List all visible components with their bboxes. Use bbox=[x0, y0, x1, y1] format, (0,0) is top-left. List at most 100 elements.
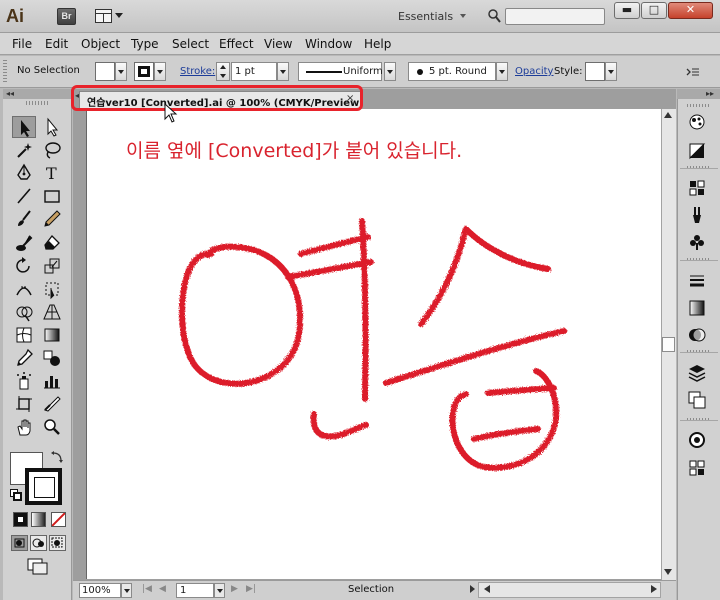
menu-edit[interactable]: Edit bbox=[45, 36, 68, 52]
hand-tool[interactable] bbox=[12, 416, 36, 438]
zoom-level-field[interactable]: 100% bbox=[79, 583, 121, 598]
swap-fill-stroke-icon[interactable] bbox=[50, 450, 64, 464]
zoom-dropdown[interactable] bbox=[121, 583, 132, 598]
blob-brush-tool[interactable] bbox=[12, 232, 36, 254]
status-tool-label[interactable]: Selection bbox=[348, 584, 394, 595]
menu-effect[interactable]: Effect bbox=[219, 36, 254, 52]
scroll-right-arrow-icon[interactable] bbox=[651, 585, 657, 593]
status-menu-arrow-icon[interactable] bbox=[470, 585, 475, 593]
artboard-tool[interactable] bbox=[12, 393, 36, 415]
lasso-tool[interactable] bbox=[40, 139, 64, 161]
eyedropper-tool[interactable] bbox=[12, 347, 36, 369]
menu-view[interactable]: View bbox=[264, 36, 292, 52]
gradient-panel-button[interactable] bbox=[687, 298, 707, 318]
line-tool[interactable] bbox=[12, 185, 36, 207]
collapse-double-arrow-icon[interactable]: ◂◂ bbox=[6, 90, 14, 98]
mesh-tool[interactable] bbox=[12, 324, 36, 346]
menu-object[interactable]: Object bbox=[81, 36, 120, 52]
brush-dropdown[interactable] bbox=[496, 62, 508, 81]
draw-behind-button[interactable] bbox=[30, 535, 47, 551]
rectangle-tool[interactable] bbox=[40, 185, 64, 207]
pencil-tool[interactable] bbox=[40, 208, 64, 230]
fill-dropdown-button[interactable] bbox=[115, 62, 127, 81]
menu-window[interactable]: Window bbox=[305, 36, 352, 52]
graphic-style-swatch[interactable] bbox=[585, 62, 605, 81]
stroke-weight-field[interactable]: 1 pt bbox=[231, 62, 277, 81]
menu-help[interactable]: Help bbox=[364, 36, 391, 52]
scale-tool[interactable] bbox=[40, 255, 64, 277]
fill-color-swatch[interactable] bbox=[95, 62, 115, 81]
paintbrush-tool[interactable] bbox=[12, 208, 36, 230]
tools-grip-handle[interactable] bbox=[26, 101, 50, 105]
profile-dropdown[interactable] bbox=[384, 62, 396, 81]
last-artboard-button[interactable]: ▶| bbox=[246, 584, 256, 594]
minimize-button[interactable]: ▬ bbox=[614, 2, 640, 19]
symbols-panel-button[interactable] bbox=[687, 232, 707, 252]
none-mode-button[interactable] bbox=[51, 512, 66, 527]
draw-normal-button[interactable] bbox=[11, 535, 28, 551]
appearance-panel-button[interactable] bbox=[687, 430, 707, 450]
panel-menu-icon[interactable] bbox=[686, 65, 700, 79]
vertical-scroll-thumb[interactable] bbox=[662, 337, 675, 352]
scroll-up-arrow-icon[interactable] bbox=[664, 112, 672, 118]
arrange-documents-button[interactable] bbox=[95, 8, 125, 25]
scroll-down-arrow-icon[interactable] bbox=[664, 569, 672, 575]
scroll-left-arrow-icon[interactable] bbox=[484, 585, 490, 593]
artboard-dropdown[interactable] bbox=[214, 583, 225, 598]
layers-panel-button[interactable] bbox=[687, 363, 707, 383]
stroke-panel-link[interactable]: Stroke: bbox=[180, 66, 215, 77]
red-brush-artwork[interactable] bbox=[86, 109, 661, 579]
dock-grip-handle[interactable] bbox=[687, 104, 709, 107]
stroke-dropdown-button[interactable] bbox=[154, 62, 166, 81]
symbol-sprayer-tool[interactable] bbox=[12, 370, 36, 392]
blend-tool[interactable] bbox=[40, 347, 64, 369]
artboards-panel-button[interactable] bbox=[687, 390, 707, 410]
color-guide-panel-button[interactable] bbox=[687, 141, 707, 161]
bridge-button[interactable]: Br bbox=[57, 8, 76, 25]
column-graph-tool[interactable] bbox=[40, 370, 64, 392]
transparency-panel-button[interactable] bbox=[687, 325, 707, 345]
draw-inside-button[interactable] bbox=[49, 535, 66, 551]
rotate-tool[interactable] bbox=[12, 255, 36, 277]
slice-tool[interactable] bbox=[40, 393, 64, 415]
opacity-panel-link[interactable]: Opacity bbox=[515, 66, 553, 77]
close-button[interactable]: ✕ bbox=[668, 2, 713, 19]
graphic-styles-panel-button[interactable] bbox=[687, 458, 707, 478]
perspective-grid-tool[interactable] bbox=[40, 301, 64, 323]
shape-builder-tool[interactable] bbox=[12, 301, 36, 323]
menu-type[interactable]: Type bbox=[131, 36, 159, 52]
previous-artboard-button[interactable]: ◀ bbox=[159, 584, 166, 594]
menu-select[interactable]: Select bbox=[172, 36, 209, 52]
magic-wand-tool[interactable] bbox=[12, 139, 36, 161]
menu-file[interactable]: File bbox=[12, 36, 32, 52]
horizontal-scrollbar[interactable] bbox=[478, 582, 661, 598]
stroke-panel-button[interactable] bbox=[687, 271, 707, 291]
pen-tool[interactable] bbox=[12, 162, 36, 184]
grip-handle[interactable] bbox=[3, 60, 7, 84]
selection-tool[interactable] bbox=[12, 116, 36, 138]
change-screen-mode-button[interactable] bbox=[27, 558, 49, 575]
swatches-panel-button[interactable] bbox=[687, 178, 707, 198]
maximize-button[interactable]: □ bbox=[641, 2, 667, 19]
graphic-style-dropdown[interactable] bbox=[605, 62, 617, 81]
stroke-color-swatch[interactable] bbox=[134, 62, 154, 81]
gradient-mode-button[interactable] bbox=[31, 512, 46, 527]
direct-selection-tool[interactable] bbox=[40, 116, 64, 138]
next-artboard-button[interactable]: ▶ bbox=[231, 584, 238, 594]
width-tool[interactable] bbox=[12, 278, 36, 300]
type-tool[interactable]: T bbox=[40, 162, 64, 184]
first-artboard-button[interactable]: |◀ bbox=[142, 584, 152, 594]
color-mode-button[interactable] bbox=[13, 512, 28, 527]
artboard-number-field[interactable]: 1 bbox=[176, 583, 214, 598]
free-transform-tool[interactable] bbox=[40, 278, 64, 300]
stroke-weight-stepper[interactable] bbox=[216, 62, 230, 81]
zoom-tool[interactable] bbox=[40, 416, 64, 438]
expand-panels-icon[interactable]: ▸▸ bbox=[706, 90, 714, 98]
stroke-swatch[interactable] bbox=[25, 468, 62, 505]
eraser-tool[interactable] bbox=[40, 232, 64, 254]
stroke-weight-dropdown[interactable] bbox=[277, 62, 289, 81]
color-panel-button[interactable] bbox=[687, 112, 707, 132]
default-fill-stroke-icon[interactable] bbox=[10, 489, 22, 501]
gradient-tool[interactable] bbox=[40, 324, 64, 346]
brushes-panel-button[interactable] bbox=[687, 205, 707, 225]
